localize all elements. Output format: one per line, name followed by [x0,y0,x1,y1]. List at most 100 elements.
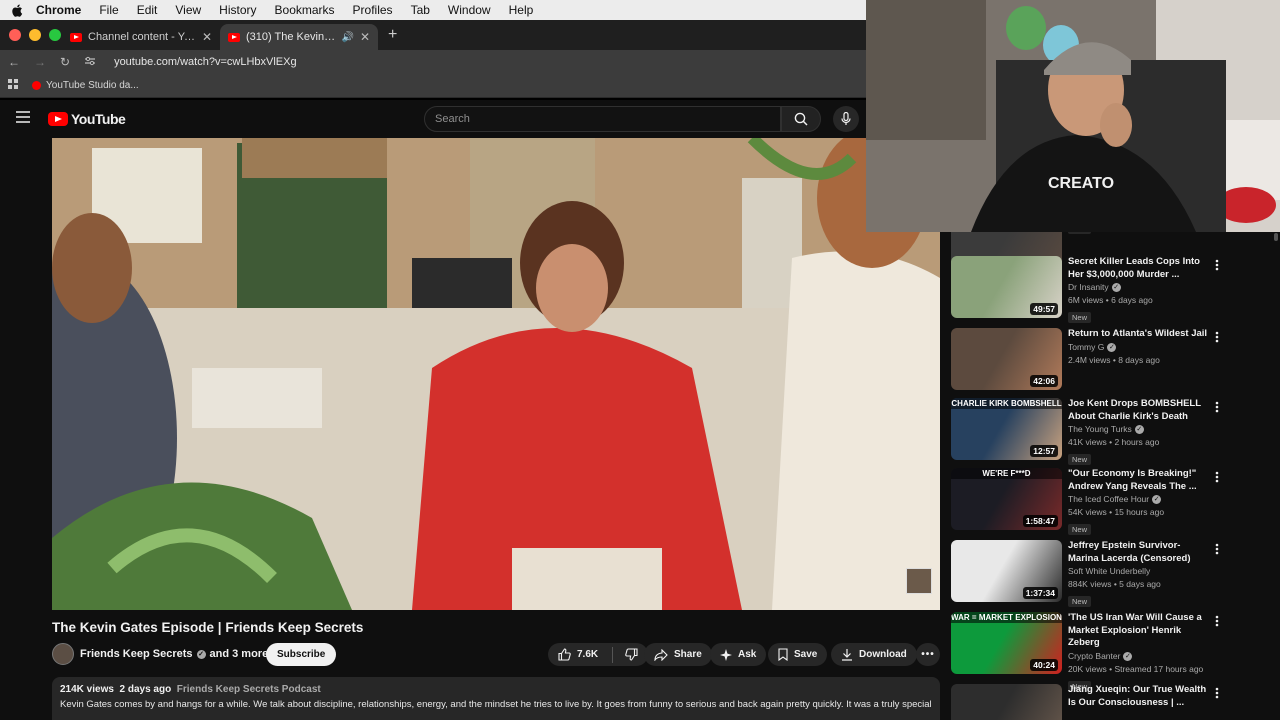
menu-app-chrome[interactable]: Chrome [36,3,81,17]
recommendation-meta: 884K views • 5 days ago [1068,579,1161,589]
more-actions-button[interactable]: ••• [916,643,940,666]
podcast-tag[interactable]: Friends Keep Secrets Podcast [177,684,321,695]
menu-edit[interactable]: Edit [137,3,158,17]
recommendation-channel[interactable]: Tommy G ✓ [1068,341,1208,354]
video-thumbnail[interactable]: WAR = MARKET EXPLOSION 40:24 [951,612,1062,674]
recommendation-item[interactable]: 1:37:34 Jeffrey Epstein Survivor-Marina L… [951,540,1271,607]
video-thumbnail[interactable]: 42:06 [951,328,1062,390]
recommendation-item[interactable]: CHARLIE KIRK BOMBSHELL 12:57 Joe Kent Drop… [951,398,1271,465]
recommendation-item[interactable]: WE'RE F***D 1:58:47 "Our Economy Is Breaki… [951,468,1271,535]
video-thumbnail[interactable]: 49:57 [951,256,1062,318]
collab-count[interactable]: and 3 more [210,648,269,660]
recommendation-channel[interactable]: The Young Turks ✓ [1068,423,1208,436]
recommendation-title[interactable]: "Our Economy Is Breaking!" Andrew Yang R… [1068,468,1208,493]
channel-name[interactable]: Friends Keep Secrets [80,648,193,660]
close-tab-icon[interactable]: ✕ [202,30,212,44]
sparkle-icon [720,648,732,661]
recommendation-title[interactable]: Joe Kent Drops BOMBSHELL About Charlie K… [1068,398,1208,423]
apps-grid-icon[interactable] [8,79,18,92]
new-tab-button[interactable]: + [388,26,397,44]
recommendation-item[interactable]: 49:57 Secret Killer Leads Cops Into Her $… [951,256,1271,323]
like-button[interactable]: 7.6K [548,643,649,666]
recommendation-title[interactable]: Jiang Xueqin: Our True Wealth Is Our Con… [1068,684,1208,709]
share-button[interactable]: Share [644,643,712,666]
download-button[interactable]: Download [831,643,917,666]
ask-button[interactable]: Ask [710,643,767,666]
more-vertical-icon[interactable] [1215,470,1221,488]
video-thumbnail[interactable]: WE'RE F***D 1:58:47 [951,468,1062,530]
url-field[interactable]: youtube.com/watch?v=cwLHbxVlEXg [114,56,297,68]
more-vertical-icon[interactable] [1215,400,1221,418]
verified-check-icon: ✓ [1123,651,1133,661]
menu-help[interactable]: Help [509,3,534,17]
bookmark-youtube-studio[interactable]: YouTube Studio da... [32,80,139,91]
more-vertical-icon[interactable] [1215,542,1221,560]
tab-label: Channel content - YouTube St [88,31,196,43]
description-text: Kevin Gates comes by and hangs for a whi… [60,699,932,710]
menu-profiles[interactable]: Profiles [353,3,393,17]
video-player[interactable] [52,138,940,610]
more-vertical-icon[interactable] [1215,614,1221,632]
more-vertical-icon[interactable] [1215,330,1221,348]
search-input[interactable]: Search [424,106,781,132]
description-box[interactable]: 214K views 2 days ago Friends Keep Secre… [52,677,940,720]
reload-icon[interactable]: ↻ [60,55,70,69]
recommendation-title[interactable]: Secret Killer Leads Cops Into Her $3,000… [1068,256,1208,281]
maximize-window-button[interactable] [49,29,61,41]
youtube-header: YouTube Search [0,100,866,138]
recommendation-title[interactable]: Jeffrey Epstein Survivor-Marina Lacerda … [1068,540,1208,565]
recommendation-channel[interactable]: Crypto Banter ✓ [1068,650,1208,663]
menu-view[interactable]: View [175,3,201,17]
menu-file[interactable]: File [99,3,118,17]
thumbnail-banner-text: CHARLIE KIRK BOMBSHELL [951,398,1062,409]
subscribe-button[interactable]: Subscribe [266,643,337,666]
menu-bookmarks[interactable]: Bookmarks [275,3,335,17]
menu-history[interactable]: History [219,3,256,17]
voice-search-button[interactable] [833,106,859,132]
menu-window[interactable]: Window [448,3,491,17]
channel-watermark-icon[interactable] [906,568,932,594]
tab-channel-content[interactable]: Channel content - YouTube St ✕ [62,24,220,50]
new-badge: New [1068,596,1092,607]
recommendation-item[interactable]: WAR = MARKET EXPLOSION 40:24 'The US Iran … [951,612,1271,692]
thumbnail-banner-text: WE'RE F***D [951,468,1062,479]
recommendation-meta: 6M views • 6 days ago [1068,295,1153,305]
tab-kevin-gates-episode[interactable]: (310) The Kevin Gates Epi 🔊 ✕ [220,24,378,50]
recommendation-channel[interactable]: The Iced Coffee Hour ✓ [1068,493,1208,506]
close-window-button[interactable] [9,29,21,41]
video-thumbnail[interactable]: CHARLIE KIRK BOMBSHELL 12:57 [951,398,1062,460]
recommendation-channel[interactable]: Soft White Underbelly [1068,565,1208,578]
recommendation-item[interactable]: 42:06 Return to Atlanta's Wildest Jail Tom… [951,328,1271,392]
site-settings-icon[interactable] [84,55,96,69]
video-thumbnail[interactable] [951,684,1062,720]
save-button[interactable]: Save [768,643,828,666]
back-arrow-icon[interactable]: ← [8,55,20,69]
menu-tab[interactable]: Tab [411,3,430,17]
more-vertical-icon[interactable] [1215,686,1221,704]
channel-avatar[interactable] [52,643,74,665]
recommendation-meta: 41K views • 2 hours ago [1068,437,1160,447]
recommendation-item[interactable]: Jiang Xueqin: Our True Wealth Is Our Con… [951,684,1271,720]
recommendation-channel[interactable]: Dr Insanity ✓ [1068,281,1208,294]
close-tab-icon[interactable]: ✕ [360,30,370,44]
youtube-logo[interactable]: YouTube [48,111,126,127]
more-vertical-icon[interactable] [1215,258,1221,276]
new-badge: New [1068,454,1092,465]
forward-arrow-icon[interactable]: → [34,55,46,69]
share-icon [654,648,668,661]
video-thumbnail[interactable]: 1:37:34 [951,540,1062,602]
recommendation-title[interactable]: Return to Atlanta's Wildest Jail [1068,328,1208,341]
window-controls [0,29,62,41]
sidebar-scrollbar[interactable] [1274,233,1278,241]
hamburger-menu-icon[interactable] [16,110,32,128]
more-horizontal-icon: ••• [921,649,935,660]
speaker-icon[interactable]: 🔊 [341,32,353,43]
video-title: The Kevin Gates Episode | Friends Keep S… [52,620,364,635]
minimize-window-button[interactable] [29,29,41,41]
channel-name-group[interactable]: Friends Keep Secrets ✓ and 3 more [80,648,268,660]
apple-icon[interactable] [10,3,24,17]
video-owner-row: Friends Keep Secrets ✓ and 3 more Subscr… [52,643,942,667]
search-button[interactable] [781,106,821,132]
recommendation-title[interactable]: 'The US Iran War Will Cause a Market Exp… [1068,612,1208,650]
bookmark-label: YouTube Studio da... [46,80,139,91]
